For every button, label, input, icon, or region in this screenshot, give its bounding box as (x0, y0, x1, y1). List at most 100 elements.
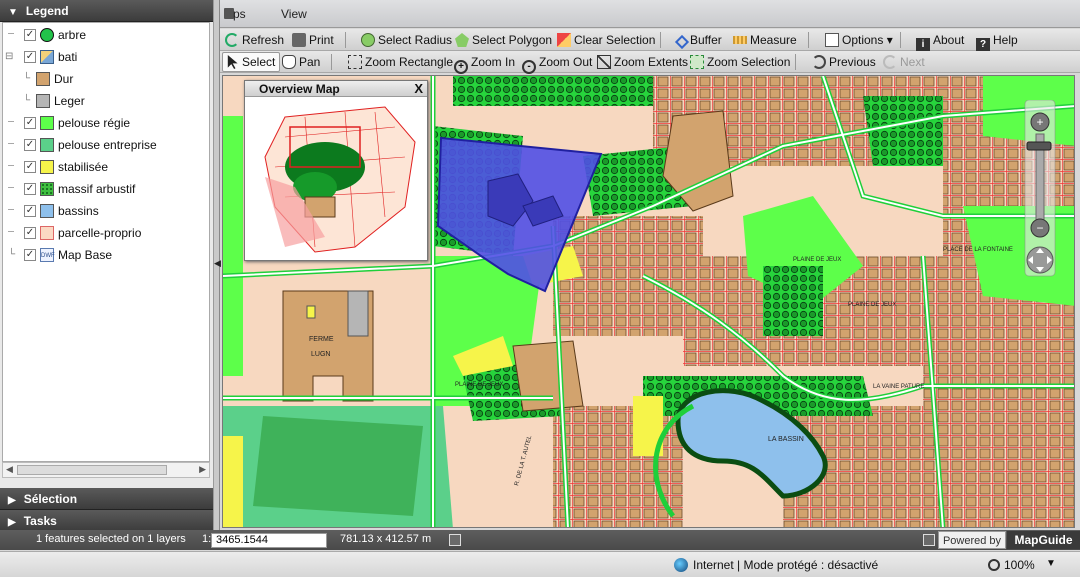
scroll-thumb[interactable] (17, 465, 167, 475)
zoom-out-button[interactable]: - Zoom Out (522, 51, 592, 74)
select-polygon-button[interactable]: Select Polygon (455, 29, 552, 51)
legend-label: pelouse entreprise (58, 138, 157, 152)
next-view-button[interactable]: Next (883, 51, 925, 73)
overview-map-graphic[interactable] (245, 97, 427, 260)
select-radius-icon (361, 33, 375, 47)
dropdown-icon[interactable]: ▼ (1046, 558, 1056, 569)
close-icon[interactable]: X (414, 81, 423, 97)
scroll-right-icon[interactable]: ▶ (199, 464, 206, 475)
zoom-out-icon: - (522, 60, 536, 74)
security-zone[interactable]: Internet | Mode protégé : désactivé (693, 558, 878, 572)
legend-item-map-base[interactable]: └ ✓ DWF Map Base (3, 244, 209, 266)
group-layer-icon (40, 50, 54, 64)
navigation-toolbar: Select Pan Zoom Rectangle + Zoom In - Zoom… (220, 51, 1080, 74)
previous-view-button[interactable]: Previous (812, 51, 876, 73)
pan-tool-button[interactable]: Pan (282, 51, 320, 73)
overview-titlebar[interactable]: Overview Map X (245, 81, 427, 97)
layer-checkbox[interactable]: ✓ (24, 29, 36, 41)
view-toggle-icon[interactable] (923, 534, 935, 546)
tree-line: ┄ (8, 205, 15, 216)
legend-item-arbre[interactable]: ┄ ✓ arbre (3, 24, 209, 46)
legend-item-bati[interactable]: ⊟ ✓ bati (3, 46, 209, 68)
clear-selection-button[interactable]: Clear Selection (557, 29, 655, 51)
zoom-rectangle-button[interactable]: Zoom Rectangle (348, 51, 453, 73)
legend-scrollbar[interactable]: ◀ ▶ (2, 462, 210, 478)
housing-block (553, 406, 683, 527)
legend-item-pelouse-regie[interactable]: ┄ ✓ pelouse régie (3, 112, 209, 134)
layer-checkbox[interactable]: ✓ (24, 205, 36, 217)
refresh-button[interactable]: Refresh (225, 29, 284, 51)
zoom-slider-thumb[interactable] (1026, 141, 1052, 151)
menu-view[interactable]: View (281, 7, 307, 21)
select-tool-button[interactable]: Select (222, 52, 281, 72)
select-radius-button[interactable]: Select Radius (361, 29, 452, 51)
layer-checkbox[interactable]: ✓ (24, 227, 36, 239)
zoom-extents-button[interactable]: Zoom Extents (597, 51, 688, 73)
zoom-selection-button[interactable]: Zoom Selection (690, 51, 790, 73)
tree-line: └ (23, 95, 31, 106)
legend-label: Map Base (58, 248, 113, 262)
measure-button[interactable]: Measure (733, 29, 797, 51)
about-button[interactable]: i About (916, 29, 964, 52)
browser-zoom[interactable]: 100% (1004, 558, 1035, 572)
legend-item-bassins[interactable]: ┄ ✓ bassins (3, 200, 209, 222)
next-icon (883, 55, 897, 69)
mapguide-logo[interactable]: MapGuide (1007, 531, 1080, 549)
overview-map-window[interactable]: Overview Map X (244, 80, 428, 261)
buffer-button[interactable]: Buffer (674, 29, 722, 51)
legend-label: parcelle-proprio (58, 226, 142, 240)
legend-label: Leger (54, 94, 85, 108)
hand-icon (282, 55, 296, 69)
panel-splitter[interactable]: ◀ (214, 0, 221, 530)
layer-checkbox[interactable]: ✓ (24, 161, 36, 173)
legend-item-parcelle[interactable]: ┄ ✓ parcelle-proprio (3, 222, 209, 244)
expand-icon[interactable]: ▶ (8, 490, 16, 512)
select-label: Select (242, 55, 276, 69)
collapse-arrow-icon[interactable]: ◀ (214, 258, 221, 269)
legend-title: Legend (25, 4, 69, 18)
refresh-icon (225, 33, 239, 47)
eraser-icon (557, 33, 571, 47)
view-toggle-icon[interactable] (449, 534, 461, 546)
tree-mass (763, 266, 823, 336)
print-button[interactable]: Print (292, 29, 334, 51)
layer-checkbox[interactable]: ✓ (24, 139, 36, 151)
layer-checkbox[interactable]: ✓ (24, 51, 36, 63)
options-button[interactable]: Options ▾ (825, 29, 893, 51)
overview-title: Overview Map (259, 82, 340, 96)
selection-panel-header[interactable]: ▶ Sélection (0, 488, 213, 510)
legend-item-stabilisee[interactable]: ┄ ✓ stabilisée (3, 156, 209, 178)
options-label: Options (842, 33, 884, 47)
tree-line: ┄ (8, 139, 15, 150)
layer-checkbox[interactable]: ✓ (24, 249, 36, 261)
tasks-panel-header[interactable]: ▶ Tasks (0, 510, 213, 532)
legend-item-massif-arbustif[interactable]: ┄ ✓ massif arbustif (3, 178, 209, 200)
legend-item-pelouse-entreprise[interactable]: ┄ ✓ pelouse entreprise (3, 134, 209, 156)
layer-checkbox[interactable]: ✓ (24, 183, 36, 195)
toolbar-separator (331, 54, 332, 70)
menu-maps[interactable]: ps (233, 7, 246, 21)
globe-icon (674, 558, 688, 572)
selection-title: Sélection (23, 492, 78, 506)
collapse-icon[interactable]: ▼ (8, 2, 18, 24)
tasks-title: Tasks (23, 514, 57, 528)
toolbar-separator (900, 32, 901, 48)
clear-selection-label: Clear Selection (574, 33, 656, 47)
scroll-left-icon[interactable]: ◀ (6, 464, 13, 475)
buffer-icon (674, 34, 690, 50)
zoom-icon[interactable] (988, 559, 1000, 571)
help-button[interactable]: ? Help (976, 29, 1018, 52)
layer-checkbox[interactable]: ✓ (24, 117, 36, 129)
ruler-icon (733, 36, 747, 44)
expand-icon[interactable]: ⊟ (5, 46, 17, 68)
map-label-vaine-pature: LA VAINE PATURE (873, 384, 924, 390)
zoom-in-button[interactable]: + Zoom In (454, 51, 515, 74)
legend-label: bati (58, 50, 78, 64)
zoom-selection-label: Zoom Selection (707, 55, 791, 69)
legend-header[interactable]: ▼ Legend (0, 0, 213, 22)
select-polygon-label: Select Polygon (472, 33, 553, 47)
scale-input[interactable]: 3465.1544 (211, 533, 327, 548)
zoom-slider-control[interactable]: + − (1021, 99, 1057, 280)
pan-arrows-icon[interactable] (1026, 246, 1054, 274)
tree-line: ┄ (8, 161, 15, 172)
